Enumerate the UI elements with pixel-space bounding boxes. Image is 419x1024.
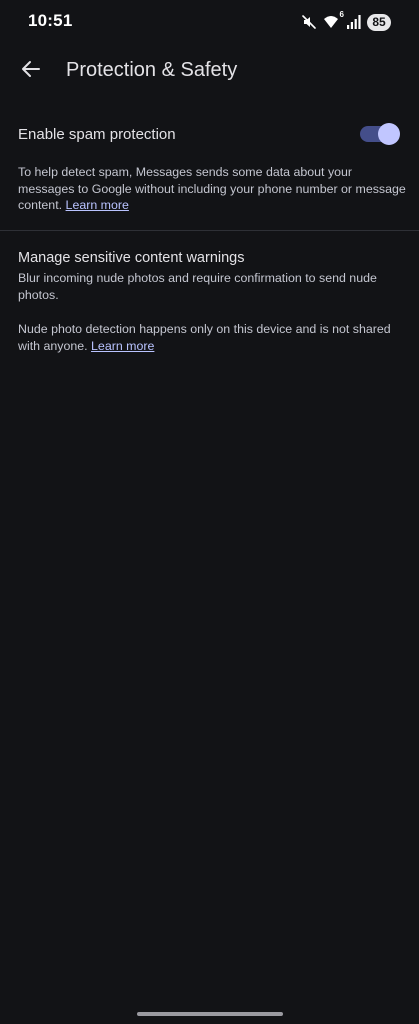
signal-icon — [347, 15, 361, 29]
spam-protection-row[interactable]: Enable spam protection — [0, 114, 419, 156]
mute-icon — [301, 14, 317, 30]
detection-learn-more-link[interactable]: Learn more — [91, 339, 154, 353]
screen: 10:51 6 85 Protection & Safety Enable sp… — [0, 0, 419, 1024]
wifi-6-icon: 6 — [323, 10, 344, 30]
sensitive-content-description: Blur incoming nude photos and require co… — [18, 271, 377, 302]
arrow-back-icon — [20, 58, 42, 85]
spam-protection-toggle[interactable] — [360, 123, 400, 145]
toggle-thumb — [378, 123, 400, 145]
status-bar: 10:51 6 85 — [0, 0, 419, 44]
status-icons: 6 85 — [301, 10, 391, 32]
app-bar: Protection & Safety — [0, 48, 419, 94]
back-button[interactable] — [14, 54, 48, 88]
spam-learn-more-link[interactable]: Learn more — [66, 198, 129, 212]
status-time: 10:51 — [28, 11, 73, 30]
detection-description: Nude photo detection happens only on thi… — [18, 321, 408, 354]
home-indicator[interactable] — [137, 1012, 283, 1016]
detection-description-text: Nude photo detection happens only on thi… — [18, 322, 391, 353]
spam-description: To help detect spam, Messages sends some… — [18, 164, 408, 214]
page-title: Protection & Safety — [66, 59, 238, 81]
battery-icon: 85 — [367, 13, 391, 31]
spam-protection-title: Enable spam protection — [18, 126, 176, 143]
wifi-badge: 6 — [339, 10, 344, 19]
sensitive-content-title[interactable]: Manage sensitive content warnings — [18, 250, 245, 266]
divider — [0, 230, 419, 231]
